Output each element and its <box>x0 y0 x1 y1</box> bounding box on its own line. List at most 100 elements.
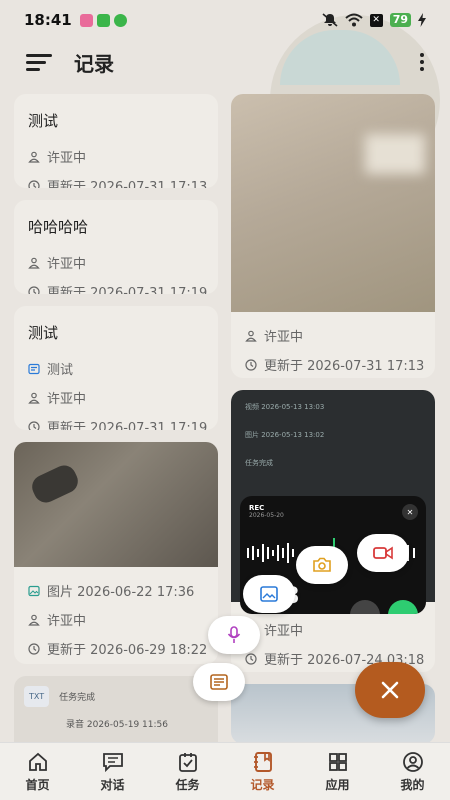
note-button[interactable] <box>193 663 245 701</box>
rec-date: 2026-05-20 <box>249 512 284 519</box>
author-name: 许亚中 <box>47 257 87 272</box>
nav-item-home[interactable]: 首页 <box>0 743 75 800</box>
audio-record-button[interactable] <box>208 616 260 654</box>
card-updated: 更新于 2026-07-31 17:19 <box>28 282 208 294</box>
close-box-icon: ✕ <box>369 13 383 27</box>
person-icon <box>28 392 40 404</box>
status-bar: 18:41 ✕ 79 <box>0 0 450 40</box>
card-updated: 更新于 2026-07-31 17:13 <box>245 355 425 374</box>
updated-time: 更新于 2026-07-31 17:13 <box>47 180 208 188</box>
record-card[interactable]: 测试 许亚中 更新于 2026-07-31 17:13 <box>14 94 218 188</box>
updated-time: 更新于 2026-07-31 17:19 <box>47 286 208 294</box>
card-author: 许亚中 <box>28 610 204 629</box>
nav-label: 任务 <box>175 777 200 792</box>
card-updated: 更新于 2026-06-29 18:22 <box>28 639 208 658</box>
person-icon <box>28 614 40 626</box>
card-author: 许亚中 <box>245 326 421 345</box>
image-icon <box>260 586 278 602</box>
clock-icon <box>28 642 40 655</box>
preview-row: 任务完成 <box>59 693 96 703</box>
updated-time: 更新于 2026-07-31 17:13 <box>264 359 425 374</box>
record-card[interactable]: 许亚中 更新于 2026-07-31 17:13 <box>231 94 435 378</box>
record-icon <box>253 751 272 772</box>
person-icon <box>245 330 257 342</box>
clock-icon <box>28 420 40 430</box>
record-card[interactable]: 哈哈哈哈 许亚中 更新于 2026-07-31 17:19 <box>14 200 218 294</box>
author-name: 许亚中 <box>264 330 304 345</box>
person-icon <box>28 257 40 269</box>
clock-icon <box>245 652 257 665</box>
nav-label: 我的 <box>400 777 425 792</box>
note-icon <box>210 674 228 690</box>
close-icon <box>381 681 399 699</box>
card-tag: 图片 2026-06-22 17:36 <box>28 581 204 600</box>
card-author: 许亚中 <box>28 147 204 166</box>
charging-icon <box>418 13 426 27</box>
chat-icon <box>102 752 123 772</box>
preview-row: 图片 2026-05-13 13:02 <box>245 431 325 439</box>
rec-label: REC <box>249 504 265 512</box>
task-icon <box>178 752 197 772</box>
home-icon <box>28 752 47 771</box>
preview-row: 任务完成 <box>245 459 273 467</box>
updated-time: 更新于 2026-07-31 17:19 <box>47 421 208 430</box>
author-name: 许亚中 <box>47 392 87 407</box>
card-updated: 更新于 2026-07-31 17:13 <box>28 176 208 188</box>
nav-item-records[interactable]: 记录 <box>225 743 300 800</box>
record-card[interactable]: 测试 测试 许亚中 更新于 2026-07-31 17:19 <box>14 306 218 430</box>
status-time: 18:41 <box>24 11 72 29</box>
nav-label: 应用 <box>325 777 350 792</box>
bottom-nav: 首页 对话 任务 记录 应用 我的 <box>0 742 450 800</box>
profile-icon <box>402 751 423 772</box>
author-name: 许亚中 <box>47 614 87 629</box>
card-title: 测试 <box>28 112 59 130</box>
rec-green-button[interactable] <box>388 600 418 614</box>
nav-item-profile[interactable]: 我的 <box>375 743 450 800</box>
close-fab-button[interactable] <box>355 662 425 718</box>
card-author: 许亚中 <box>245 620 421 639</box>
app-bar: 记录 <box>0 40 450 84</box>
card-updated: 更新于 2026-07-31 17:19 <box>28 417 208 430</box>
person-icon <box>28 151 40 163</box>
camera-icon <box>313 557 331 572</box>
menu-icon[interactable] <box>26 52 54 72</box>
nav-item-apps[interactable]: 应用 <box>300 743 375 800</box>
preview-row: 录音 2026-05-19 11:56 <box>66 720 168 730</box>
nav-item-tasks[interactable]: 任务 <box>150 743 225 800</box>
nav-item-chat[interactable]: 对话 <box>75 743 150 800</box>
card-title: 测试 <box>28 324 59 342</box>
notification-icon <box>79 13 93 27</box>
card-author: 许亚中 <box>28 253 204 272</box>
txt-badge: TXT <box>24 686 50 707</box>
card-author: 许亚中 <box>28 388 204 407</box>
rec-gray-button[interactable] <box>350 600 380 614</box>
camera-button[interactable] <box>296 546 348 584</box>
page-title: 记录 <box>74 51 114 76</box>
mic-icon <box>227 626 241 643</box>
photo-thumbnail <box>231 94 435 312</box>
card-title: 哈哈哈哈 <box>28 218 89 236</box>
nav-label: 记录 <box>250 777 275 792</box>
image-icon <box>28 585 40 596</box>
video-record-button[interactable] <box>357 534 409 572</box>
wifi-icon <box>345 13 363 27</box>
apps-icon <box>328 752 347 771</box>
clock-icon <box>28 179 40 188</box>
image-picker-button[interactable] <box>243 575 295 613</box>
mute-icon <box>322 13 338 27</box>
preview-row: 视频 2026-05-13 13:03 <box>245 403 325 411</box>
author-name: 许亚中 <box>47 151 87 166</box>
record-card[interactable]: 图片 2026-06-22 17:36 许亚中 更新于 2026-06-29 1… <box>14 442 218 664</box>
nav-label: 首页 <box>25 777 50 792</box>
tag-label: 图片 2026-06-22 17:36 <box>47 585 195 600</box>
close-icon[interactable]: ✕ <box>402 504 418 520</box>
clock-icon <box>245 358 257 371</box>
card-tag: 测试 <box>28 359 204 378</box>
more-options-icon[interactable] <box>420 53 424 71</box>
notification-icon <box>113 13 127 27</box>
battery-indicator: 79 <box>389 13 411 27</box>
updated-time: 更新于 2026-06-29 18:22 <box>47 643 208 658</box>
author-name: 许亚中 <box>264 624 304 639</box>
notification-icon <box>96 13 110 27</box>
nav-label: 对话 <box>100 777 125 792</box>
